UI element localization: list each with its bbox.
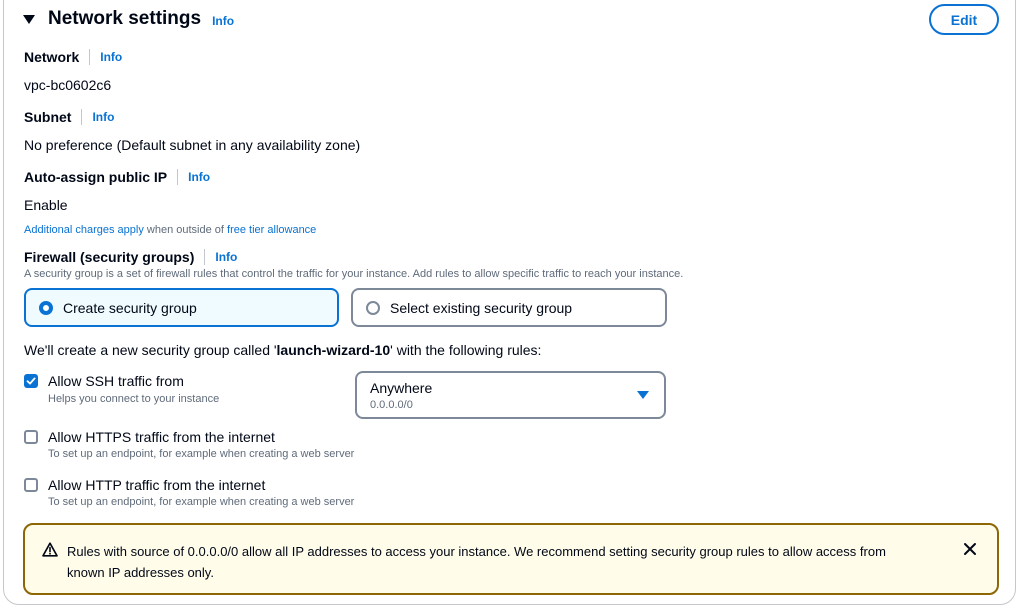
free-tier-link[interactable]: free tier allowance (227, 224, 316, 236)
ssh-rule-description: Helps you connect to your instance (48, 393, 220, 405)
ssh-source-select[interactable]: Anywhere 0.0.0.0/0 (355, 371, 666, 419)
https-checkbox[interactable] (24, 430, 38, 444)
section-title: Network settings (48, 8, 202, 29)
select-existing-security-group-label: Select existing security group (390, 299, 573, 316)
intro-prefix: We'll create a new security group called… (24, 342, 277, 358)
section-toggle-caret-icon[interactable] (23, 14, 35, 24)
warning-triangle-icon (42, 542, 58, 562)
edit-button[interactable]: Edit (929, 4, 999, 35)
http-rule-description: To set up an endpoint, for example when … (48, 496, 355, 508)
network-value: vpc-bc0602c6 (24, 77, 112, 93)
ssh-rule-label[interactable]: Allow SSH traffic from (48, 373, 184, 389)
create-security-group-label: Create security group (63, 299, 197, 316)
ssh-source-value: Anywhere (370, 380, 433, 396)
close-icon[interactable] (963, 542, 977, 561)
firewall-info-link[interactable]: Info (215, 250, 237, 264)
network-field-label: Network Info (24, 49, 122, 65)
charges-note: Additional charges apply when outside of… (24, 224, 316, 236)
charges-note-text: when outside of (143, 224, 228, 236)
firewall-field-label: Firewall (security groups) Info (24, 249, 237, 265)
warning-alert: Rules with source of 0.0.0.0/0 allow all… (23, 523, 999, 595)
subnet-value: No preference (Default subnet in any ava… (24, 137, 361, 153)
caret-down-icon (637, 391, 649, 399)
select-existing-security-group-option[interactable]: Select existing security group (351, 288, 667, 327)
public-ip-label: Auto-assign public IP (24, 169, 168, 185)
https-rule-description: To set up an endpoint, for example when … (48, 448, 355, 460)
section-header: Network settings Info (23, 6, 234, 32)
security-group-name: launch-wizard-10 (276, 342, 391, 358)
http-checkbox[interactable] (24, 478, 38, 492)
firewall-description: A security group is a set of firewall ru… (24, 268, 684, 280)
label-divider (81, 109, 83, 125)
warning-alert-text: Rules with source of 0.0.0.0/0 allow all… (67, 544, 886, 580)
subnet-field-label: Subnet Info (24, 109, 114, 125)
label-divider (89, 49, 91, 65)
public-ip-field-label: Auto-assign public IP Info (24, 169, 210, 185)
radio-unselected-icon[interactable] (366, 300, 380, 315)
public-ip-info-link[interactable]: Info (188, 170, 210, 184)
network-info-link[interactable]: Info (100, 50, 122, 64)
additional-charges-link[interactable]: Additional charges apply (24, 224, 144, 236)
security-group-intro: We'll create a new security group called… (24, 342, 541, 358)
subnet-info-link[interactable]: Info (92, 110, 114, 124)
checkmark-icon (26, 377, 36, 385)
intro-suffix: ' with the following rules: (390, 342, 542, 358)
create-security-group-option[interactable]: Create security group (24, 288, 339, 327)
subnet-label: Subnet (24, 109, 72, 125)
ssh-checkbox[interactable] (24, 374, 38, 388)
label-divider (204, 249, 206, 265)
ssh-source-detail: 0.0.0.0/0 (370, 399, 413, 411)
firewall-label: Firewall (security groups) (24, 249, 195, 265)
http-rule-label[interactable]: Allow HTTP traffic from the internet (48, 477, 265, 493)
public-ip-value: Enable (24, 197, 68, 213)
https-rule-label[interactable]: Allow HTTPS traffic from the internet (48, 429, 275, 445)
radio-selected-icon[interactable] (39, 300, 53, 315)
network-label: Network (24, 49, 80, 65)
label-divider (177, 169, 179, 185)
section-info-link[interactable]: Info (212, 14, 234, 28)
